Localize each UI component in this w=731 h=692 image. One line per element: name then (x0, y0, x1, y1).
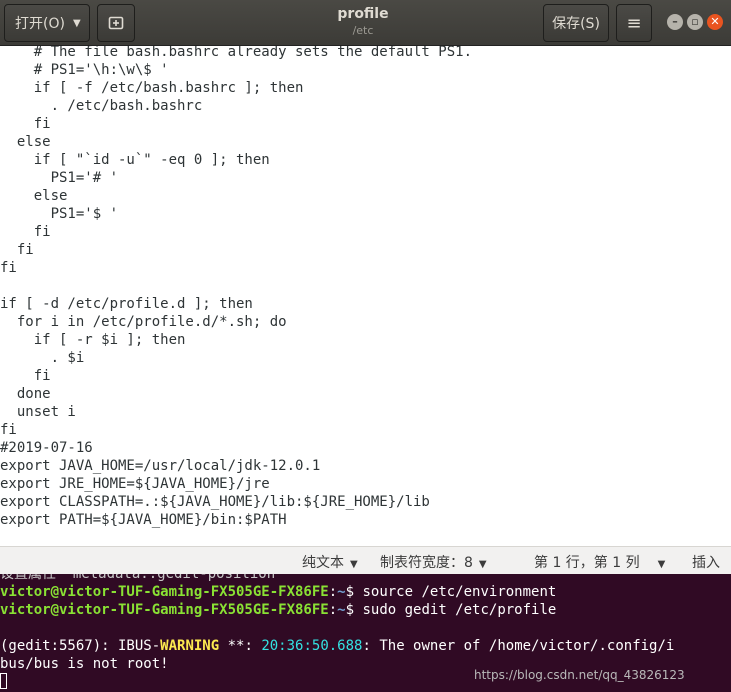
prompt-path: ~ (337, 584, 346, 600)
code-line: # The file bash.bashrc already sets the … (0, 46, 473, 60)
new-document-icon (108, 16, 124, 30)
prompt-colon: : (328, 602, 338, 618)
code-line: done (0, 386, 51, 402)
cursor-position-selector[interactable]: 第 1 行，第 1 列 ▼ (534, 552, 665, 572)
terminal-warning-line: (gedit:5567): IBUS-WARNING **: 20:36:50.… (0, 637, 674, 655)
terminal-warning-continuation: bus/bus is not root! (0, 656, 169, 672)
text-editor[interactable]: # The file bash.bashrc already sets the … (0, 46, 731, 546)
minimize-button[interactable]: – (667, 14, 683, 30)
prompt-user: victor@victor-TUF-Gaming-FX505GE-FX86FE (0, 602, 329, 618)
open-button[interactable]: 打开(O) ▼ (4, 4, 90, 42)
warning-word: WARNING (160, 638, 220, 654)
terminal[interactable]: 设置属性 "metadata::gedit-position" victor@v… (0, 574, 731, 692)
close-button[interactable]: ✕ (707, 14, 723, 30)
code-line: for i in /etc/profile.d/*.sh; do (0, 314, 287, 330)
terminal-cursor (0, 673, 7, 689)
terminal-line: victor@victor-TUF-Gaming-FX505GE-FX86FE:… (0, 601, 556, 619)
chevron-down-icon: ▼ (478, 559, 487, 570)
code-line: fi (0, 260, 17, 276)
terminal-partial-line: 设置属性 "metadata::gedit-position" (0, 574, 284, 582)
code-line: fi (0, 368, 51, 384)
maximize-icon: ▫ (691, 15, 699, 28)
code-line: if [ -r $i ]; then (0, 332, 186, 348)
status-bar: 纯文本 ▼ 制表符宽度：8 ▼ 第 1 行，第 1 列 ▼ 插入 (0, 546, 731, 574)
cursor-position-label: 第 1 行，第 1 列 (534, 555, 640, 571)
language-selector[interactable]: 纯文本 ▼ (302, 552, 358, 572)
hamburger-icon: ≡ (626, 12, 642, 34)
code-line: . $i (0, 350, 85, 366)
code-line: # PS1='\h:\w\$ ' (0, 62, 169, 78)
window-title: profile (337, 6, 389, 22)
code-line: #2019-07-16 (0, 440, 93, 456)
terminal-line: victor@victor-TUF-Gaming-FX505GE-FX86FE:… (0, 583, 556, 601)
code-line: if [ "`id -u`" -eq 0 ]; then (0, 152, 270, 168)
warning-mid: **: (219, 638, 262, 654)
code-line: else (0, 134, 51, 150)
open-button-label: 打开(O) (15, 16, 65, 32)
code-line: fi (0, 224, 51, 240)
code-line: if [ -f /etc/bash.bashrc ]; then (0, 80, 304, 96)
close-icon: ✕ (710, 15, 720, 28)
code-line: fi (0, 116, 51, 132)
warning-message: : The owner of /home/victor/.config/i (362, 638, 675, 654)
code-line: . /etc/bash.bashrc (0, 98, 203, 114)
insert-mode-indicator: 插入 (692, 555, 720, 571)
code-line: fi (0, 242, 34, 258)
code-line: export CLASSPATH=.:${JAVA_HOME}/lib:${JR… (0, 494, 430, 510)
warning-prefix: (gedit:5567): IBUS- (0, 638, 161, 654)
prompt-path: ~ (337, 602, 346, 618)
code-line: PS1='$ ' (0, 206, 119, 222)
code-line: fi (0, 422, 17, 438)
code-line: export PATH=${JAVA_HOME}/bin:$PATH (0, 512, 287, 528)
maximize-button[interactable]: ▫ (687, 14, 703, 30)
minimize-icon: – (672, 15, 678, 28)
header-bar: 打开(O) ▼ profile /etc 保存(S) ≡ – ▫ ✕ (0, 0, 731, 46)
code-line: export JAVA_HOME=/usr/local/jdk-12.0.1 (0, 458, 321, 474)
window-subtitle: /etc (352, 24, 374, 37)
code-line: export JRE_HOME=${JAVA_HOME}/jre (0, 476, 270, 492)
terminal-command: $ source /etc/environment (345, 584, 557, 600)
editor-text[interactable]: # The file bash.bashrc already sets the … (0, 46, 472, 529)
prompt-user: victor@victor-TUF-Gaming-FX505GE-FX86FE (0, 584, 329, 600)
code-line: else (0, 188, 68, 204)
code-line: if [ -d /etc/profile.d ]; then (0, 296, 253, 312)
prompt-colon: : (328, 584, 338, 600)
chevron-down-icon: ▼ (72, 17, 81, 29)
save-button[interactable]: 保存(S) (543, 4, 609, 42)
chevron-down-icon: ▼ (657, 559, 666, 570)
language-label: 纯文本 (302, 555, 344, 571)
code-line: PS1='# ' (0, 170, 119, 186)
hamburger-menu-button[interactable]: ≡ (616, 4, 652, 42)
tab-width-selector[interactable]: 制表符宽度：8 ▼ (380, 552, 487, 572)
tab-width-label: 制表符宽度：8 (380, 555, 473, 571)
terminal-command: $ sudo gedit /etc/profile (345, 602, 557, 618)
watermark: https://blog.csdn.net/qq_43826123 (474, 668, 685, 682)
warning-time: 20:36:50.688 (261, 638, 363, 654)
new-document-button[interactable] (97, 4, 135, 42)
code-line: unset i (0, 404, 76, 420)
chevron-down-icon: ▼ (350, 559, 358, 570)
